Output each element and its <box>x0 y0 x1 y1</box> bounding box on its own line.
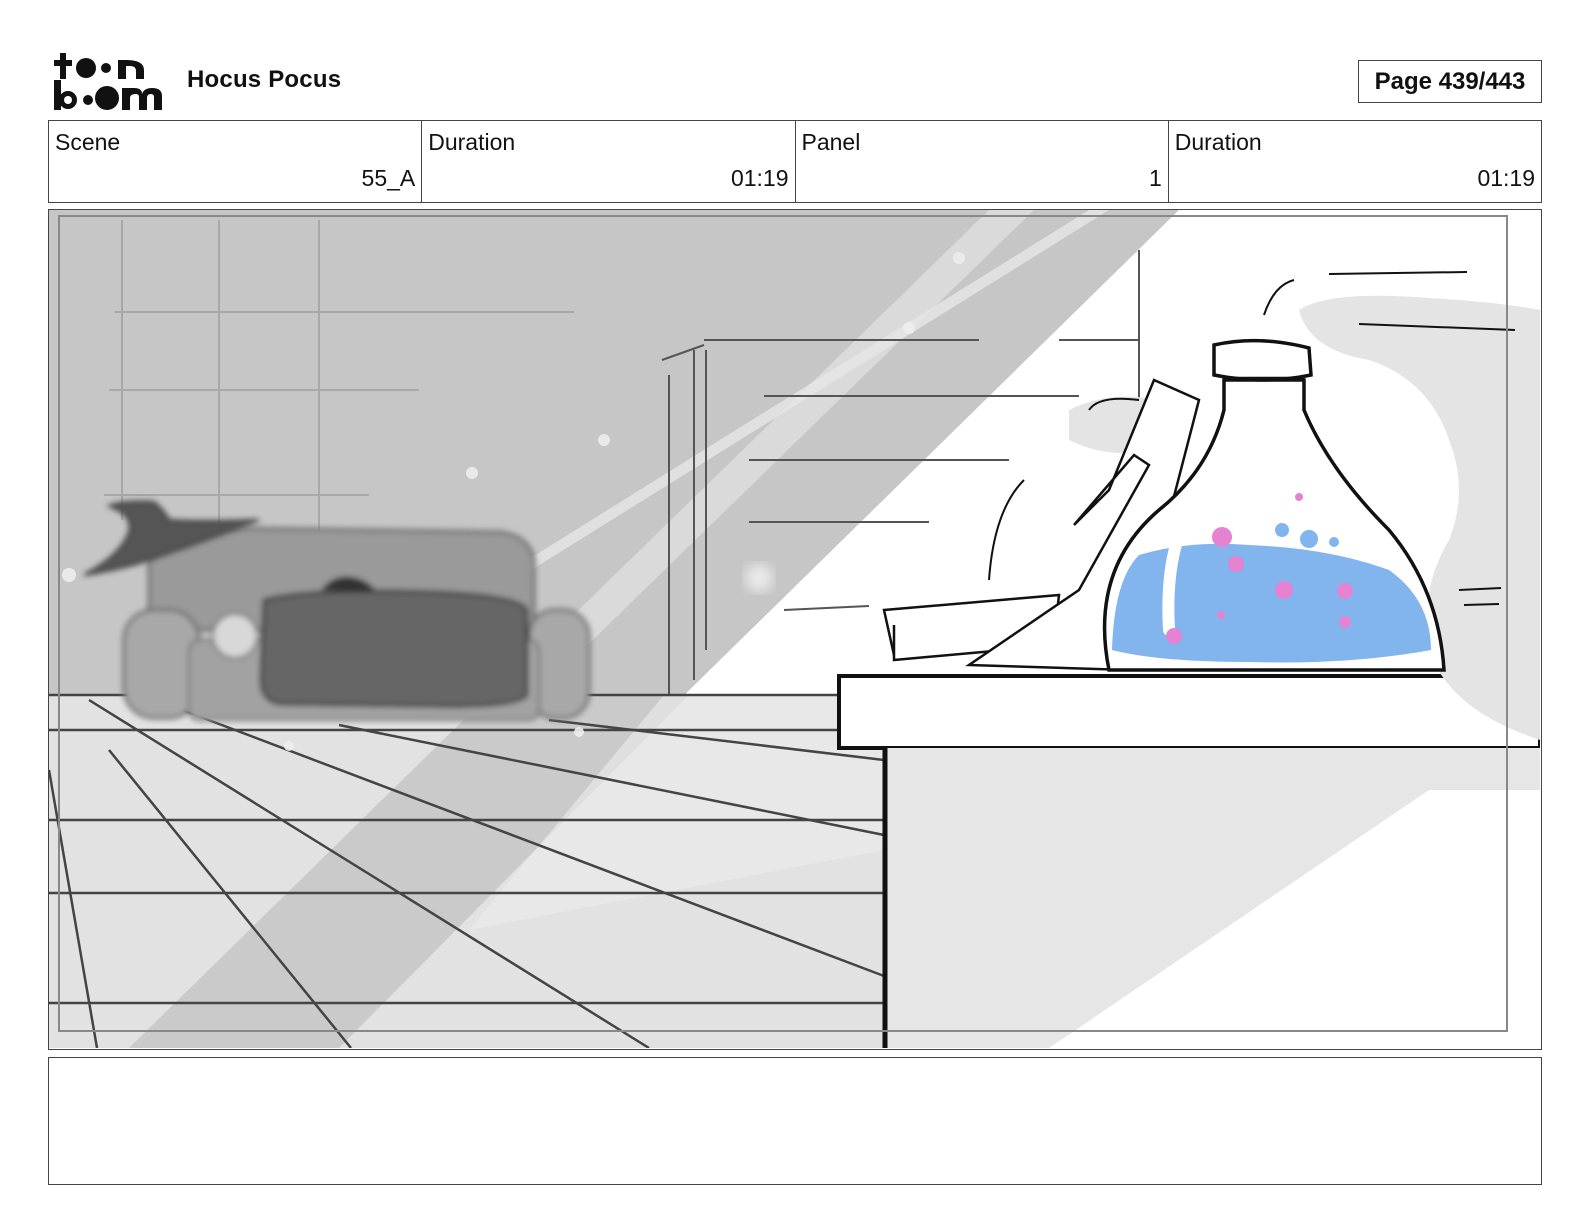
scene-duration-value: 01:19 <box>730 165 789 191</box>
page-number: Page 439/443 <box>1358 60 1542 103</box>
toonboom-logo <box>52 50 164 112</box>
panel-drawing <box>49 210 1540 1048</box>
panel-value: 1 <box>1148 165 1162 191</box>
project-title: Hocus Pocus <box>187 66 342 93</box>
panel-duration-value: 01:19 <box>1477 165 1535 191</box>
storyboard-panel <box>48 209 1542 1050</box>
panel-duration-label: Duration <box>1174 129 1262 155</box>
panel-label: Panel <box>801 129 861 155</box>
panel-cell: Panel 1 <box>796 121 1169 202</box>
scene-duration-label: Duration <box>428 129 516 155</box>
scene-info-row: Scene 55_A Duration 01:19 Panel 1 Durati… <box>48 120 1542 203</box>
panel-notes <box>48 1057 1542 1185</box>
scene-duration-cell: Duration 01:19 <box>422 121 796 202</box>
counter <box>837 674 1540 1048</box>
scene-label: Scene <box>55 129 121 155</box>
scene-value: 55_A <box>361 165 416 191</box>
panel-duration-cell: Duration 01:19 <box>1169 121 1541 202</box>
scene-cell: Scene 55_A <box>49 121 423 202</box>
couch <box>122 526 591 721</box>
